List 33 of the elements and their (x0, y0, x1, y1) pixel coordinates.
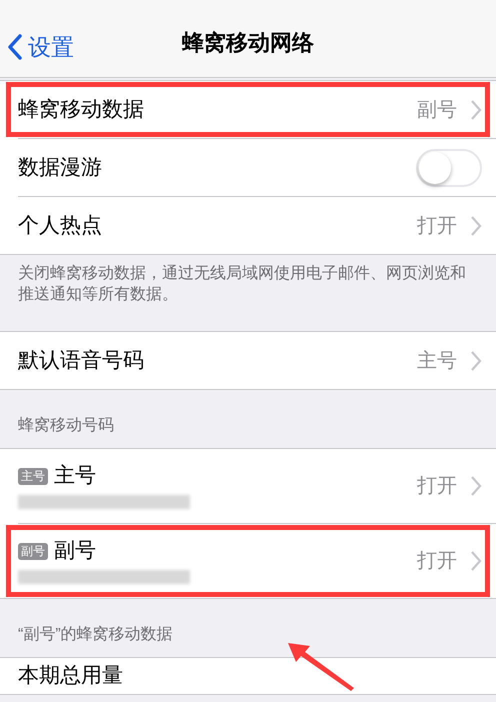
settings-row[interactable]: 蜂窝移动数据 副号 (0, 81, 496, 138)
row-label: 默认语音号码 (18, 348, 144, 374)
back-chevron-icon (8, 34, 22, 60)
toggle-switch[interactable] (416, 148, 482, 186)
chevron-icon (471, 350, 482, 370)
chevron-icon (471, 100, 482, 120)
row-label: 主号 (54, 463, 96, 489)
chevron-icon (471, 476, 482, 496)
sim-badge: 主号 (18, 468, 48, 484)
section-header: 蜂窝移动号码 (18, 416, 114, 436)
back-button[interactable]: 设置 (8, 30, 74, 64)
chevron-icon (471, 216, 482, 236)
settings-row[interactable]: 数据漫游 (0, 139, 496, 196)
row-value: 打开 (417, 214, 457, 238)
settings-row[interactable]: 默认语音号码 主号 (0, 332, 496, 389)
settings-row[interactable]: 主号 主号 打开 (0, 449, 496, 523)
section-footer: 关闭蜂窝移动数据，通过无线局域网使用电子邮件、网页浏览和推送通知等所有数据。 (18, 263, 478, 305)
row-label: 副号 (54, 538, 96, 564)
row-value: 副号 (417, 98, 457, 122)
row-label: 蜂窝移动数据 (18, 96, 144, 123)
row-value: 主号 (417, 348, 457, 374)
settings-row[interactable]: 本期总用量 (0, 658, 496, 694)
chevron-icon (471, 551, 482, 571)
row-label: 数据漫游 (18, 154, 102, 181)
row-label: 本期总用量 (18, 663, 123, 689)
settings-row[interactable]: 个人热点 打开 (0, 197, 496, 254)
row-label: 个人热点 (18, 212, 102, 239)
window-title: 蜂窝移动网络 (182, 29, 314, 57)
row-value: 打开 (417, 549, 457, 574)
settings-row[interactable]: 副号 副号 打开 (0, 524, 496, 598)
section-header: “副号”的蜂窝移动数据 (18, 624, 173, 645)
row-value: 打开 (417, 474, 457, 499)
sim-badge: 副号 (18, 542, 48, 560)
